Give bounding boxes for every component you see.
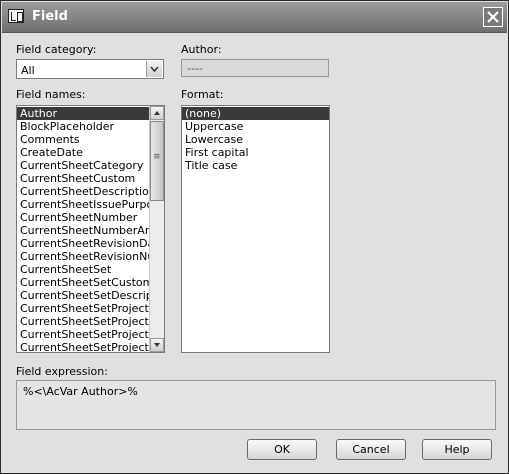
format-label: Format: bbox=[181, 88, 224, 101]
author-value: ---- bbox=[187, 62, 203, 75]
field-expression-box[interactable]: %<\AcVar Author>% bbox=[16, 380, 496, 430]
field-name-list-item[interactable]: BlockPlaceholder bbox=[17, 120, 149, 133]
format-list-item[interactable]: First capital bbox=[182, 146, 329, 159]
chevron-down-icon bbox=[150, 66, 159, 72]
field-expression-label: Field expression: bbox=[16, 365, 108, 378]
field-name-list-item[interactable]: CurrentSheetRevisionNuml bbox=[17, 250, 149, 263]
field-category-dropdown[interactable]: All bbox=[16, 59, 164, 79]
field-name-list-item[interactable]: CurrentSheetSetProjectMil bbox=[17, 302, 149, 315]
field-name-list-item[interactable]: CurrentSheetCustom bbox=[17, 172, 149, 185]
scroll-down-button[interactable] bbox=[150, 338, 164, 352]
ok-button[interactable]: OK bbox=[247, 439, 317, 460]
scroll-up-button[interactable] bbox=[150, 106, 164, 120]
scrollbar-thumb[interactable] bbox=[150, 121, 164, 201]
field-name-list-item[interactable]: CurrentSheetCategory bbox=[17, 159, 149, 172]
field-name-list-item[interactable]: CreateDate bbox=[17, 146, 149, 159]
field-category-label: Field category: bbox=[16, 43, 97, 56]
field-name-list-item[interactable]: CurrentSheetRevisionDate bbox=[17, 237, 149, 250]
field-name-list-item[interactable]: CurrentSheetSetCustom bbox=[17, 276, 149, 289]
field-name-list-item[interactable]: CurrentSheetNumber bbox=[17, 211, 149, 224]
format-list-item[interactable]: Title case bbox=[182, 159, 329, 172]
field-name-list-item[interactable]: Author bbox=[17, 107, 149, 120]
field-name-list-item[interactable]: CurrentSheetNumberAndT bbox=[17, 224, 149, 237]
format-list-item[interactable]: (none) bbox=[182, 107, 329, 120]
help-button[interactable]: Help bbox=[422, 439, 492, 460]
author-label: Author: bbox=[181, 43, 222, 56]
field-names-scrollbar[interactable] bbox=[149, 106, 164, 352]
down-arrow-icon bbox=[154, 343, 160, 347]
field-name-list-item[interactable]: CurrentSheetDescription bbox=[17, 185, 149, 198]
field-name-list-item[interactable]: CurrentSheetSetProjectNa bbox=[17, 315, 149, 328]
field-name-list-item[interactable]: CurrentSheetSetDescriptio bbox=[17, 289, 149, 302]
cancel-button[interactable]: Cancel bbox=[336, 439, 406, 460]
field-category-value: All bbox=[21, 64, 35, 77]
field-dialog: Field Field category: All Author: ---- F… bbox=[0, 0, 509, 474]
field-name-list-item[interactable]: CurrentSheetSetProjectPh bbox=[17, 341, 149, 352]
field-name-list-item[interactable]: CurrentSheetSetProjectNu bbox=[17, 328, 149, 341]
format-list-item[interactable]: Lowercase bbox=[182, 133, 329, 146]
up-arrow-icon bbox=[154, 111, 160, 115]
format-list[interactable]: (none) Uppercase Lowercase First capital Tit… bbox=[181, 105, 330, 353]
author-value-field: ---- bbox=[181, 59, 329, 77]
dropdown-arrow[interactable] bbox=[146, 61, 162, 77]
field-names-list[interactable]: Author BlockPlaceholder Comments CreateDate… bbox=[16, 105, 165, 353]
format-list-item[interactable]: Uppercase bbox=[182, 120, 329, 133]
field-expression-value: %<\AcVar Author>% bbox=[23, 385, 138, 398]
close-icon bbox=[487, 11, 499, 23]
field-name-list-item[interactable]: CurrentSheetIssuePurpose bbox=[17, 198, 149, 211]
field-app-icon bbox=[8, 9, 24, 23]
close-button[interactable] bbox=[483, 7, 503, 27]
field-name-list-item[interactable]: Comments bbox=[17, 133, 149, 146]
field-names-label: Field names: bbox=[16, 88, 86, 101]
window-title: Field bbox=[32, 9, 68, 24]
title-bar[interactable]: Field bbox=[2, 2, 507, 33]
field-name-list-item[interactable]: CurrentSheetSet bbox=[17, 263, 149, 276]
